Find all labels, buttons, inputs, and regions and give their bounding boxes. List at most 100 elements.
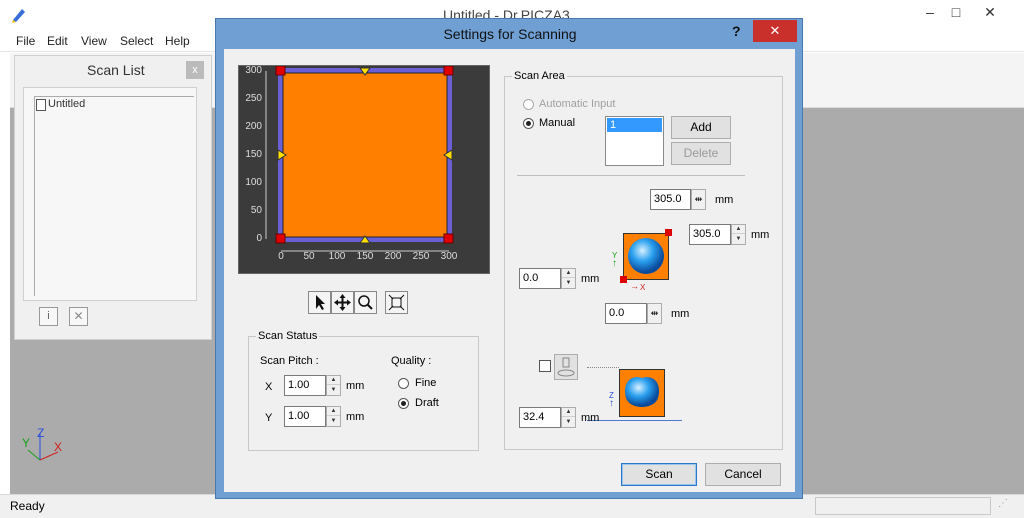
y-offset-unit: mm [671, 308, 690, 320]
z-guide-line [587, 367, 619, 368]
quality-label: Quality : [391, 355, 432, 367]
x-tick-label: 50 [303, 251, 315, 262]
z-height-icon [619, 369, 665, 417]
z-base-line [587, 420, 682, 421]
z-axis-arrow: ↑ [609, 398, 614, 409]
pitch-x-label: X [265, 381, 273, 393]
xy-x-axis-arrow: → [630, 281, 639, 291]
corner-handle-0 [275, 66, 286, 76]
y-offset-stepper[interactable]: ⇹ [647, 303, 662, 324]
menu-select[interactable]: Select [120, 34, 153, 48]
close-button[interactable]: ✕ [968, 0, 1012, 24]
draft-radio[interactable] [398, 398, 409, 409]
width-input[interactable]: 305.0 [650, 189, 691, 210]
scan-area-region [282, 72, 448, 238]
width-unit: mm [715, 194, 734, 206]
menu-edit[interactable]: Edit [47, 34, 68, 48]
xy-area-icon [623, 233, 669, 280]
x-offset-input[interactable]: 0.0 [519, 268, 561, 289]
resize-grip[interactable]: ⋰ [998, 498, 1016, 514]
fit-tool-button[interactable] [385, 291, 408, 314]
dialog-title: Settings for Scanning [443, 26, 577, 42]
pitch-y-input[interactable]: 1.00 [284, 406, 326, 427]
automatic-input-label: Automatic Input [539, 98, 616, 110]
y-offset-input[interactable]: 0.0 [605, 303, 647, 324]
y-tick-label: 200 [245, 121, 262, 132]
x-tick-label: 200 [384, 251, 402, 262]
width-stepper[interactable]: ⇹ [691, 189, 706, 210]
corner-handle-1 [443, 66, 454, 76]
zoom-tool-button[interactable] [354, 291, 377, 314]
z-measure-button[interactable] [554, 354, 578, 380]
x-tick-label: 250 [412, 251, 430, 262]
menu-view[interactable]: View [81, 34, 107, 48]
area-list-item[interactable]: 1 [607, 118, 662, 132]
pitch-y-label: Y [265, 412, 273, 424]
xy-corner-handle [665, 229, 672, 236]
z-height-input[interactable]: 32.4 [519, 407, 561, 428]
scan-list-close-button[interactable]: x [186, 61, 204, 79]
scan-list-panel: Scan List x Untitled i ✕ [14, 55, 212, 340]
pitch-x-spinner[interactable]: ▲ ▼ [326, 375, 341, 396]
y-tick-label: 250 [245, 93, 262, 104]
move-tool-button[interactable] [331, 291, 354, 314]
remove-icon[interactable]: ✕ [69, 307, 88, 326]
x-tick-label: 0 [278, 251, 284, 262]
menu-help[interactable]: Help [165, 34, 190, 48]
scan-settings-dialog: Settings for Scanning ? ✕ 300 250 200 150 10… [215, 18, 803, 499]
area-listbox[interactable]: 1 [605, 116, 664, 166]
minimize-button[interactable]: – [916, 0, 944, 24]
x-tick-label: 100 [328, 251, 346, 262]
scan-list-box[interactable]: Untitled [23, 87, 197, 301]
axis-z-label: Z [37, 426, 45, 440]
dialog-close-button[interactable]: ✕ [753, 20, 797, 42]
add-button[interactable]: Add [671, 116, 731, 139]
x-tick-label: 300 [440, 251, 458, 262]
pitch-y-spinner[interactable]: ▲ ▼ [326, 406, 341, 427]
dialog-body: 300 250 200 150 100 50 0 0 50 100 150 200 250 300 Sca… [224, 49, 795, 492]
pitch-y-unit: mm [346, 411, 365, 423]
scan-status-title: Scan Status [256, 329, 320, 343]
cancel-button[interactable]: Cancel [705, 463, 781, 486]
select-tool-button[interactable] [308, 291, 331, 314]
manual-label[interactable]: Manual [539, 117, 575, 129]
scan-list-title: Scan List [87, 62, 145, 78]
maximize-button[interactable]: □ [944, 0, 968, 24]
corner-handle-3 [443, 233, 454, 244]
area-divider [517, 175, 745, 176]
delete-button: Delete [671, 142, 731, 165]
scan-pitch-label: Scan Pitch : [260, 355, 319, 367]
axis-gizmo: Z X Y [20, 426, 70, 468]
scan-status-group: Scan Status Scan Pitch : X 1.00 ▲ ▼ mm Y … [248, 329, 479, 451]
y-tick-label: 100 [245, 177, 262, 188]
x-offset-unit: mm [581, 273, 600, 285]
scan-button[interactable]: Scan [621, 463, 697, 486]
scan-area-group: Scan Area Automatic Input Manual 1 Add D… [504, 69, 783, 450]
fine-label[interactable]: Fine [415, 377, 436, 389]
dialog-help-button[interactable]: ? [732, 23, 746, 39]
pitch-x-unit: mm [346, 380, 365, 392]
status-text: Ready [10, 499, 45, 513]
xy-origin-handle [620, 276, 627, 283]
app-icon[interactable] [10, 6, 28, 24]
menu-file[interactable]: File [16, 34, 35, 48]
scan-area-preview[interactable]: 300 250 200 150 100 50 0 0 50 100 150 200 250 300 [238, 65, 490, 274]
axis-y-label: Y [22, 436, 31, 450]
z-auto-checkbox[interactable] [539, 360, 551, 372]
fine-radio[interactable] [398, 378, 409, 389]
y-tick-label: 150 [245, 149, 262, 160]
depth-spinner[interactable]: ▲ ▼ [731, 224, 746, 245]
info-icon[interactable]: i [39, 307, 58, 326]
pitch-x-input[interactable]: 1.00 [284, 375, 326, 396]
depth-input[interactable]: 305.0 [689, 224, 731, 245]
scan-list-item[interactable]: Untitled [48, 98, 85, 110]
draft-label[interactable]: Draft [415, 397, 439, 409]
xy-y-axis-arrow: ↑ [612, 258, 617, 269]
manual-radio[interactable] [523, 118, 534, 129]
x-offset-spinner[interactable]: ▲ ▼ [561, 268, 576, 289]
scan-list-tree [34, 96, 194, 296]
automatic-input-radio [523, 99, 534, 110]
z-height-spinner[interactable]: ▲ ▼ [561, 407, 576, 428]
xy-x-axis-label: X [640, 283, 646, 292]
z-height-unit: mm [581, 412, 600, 424]
